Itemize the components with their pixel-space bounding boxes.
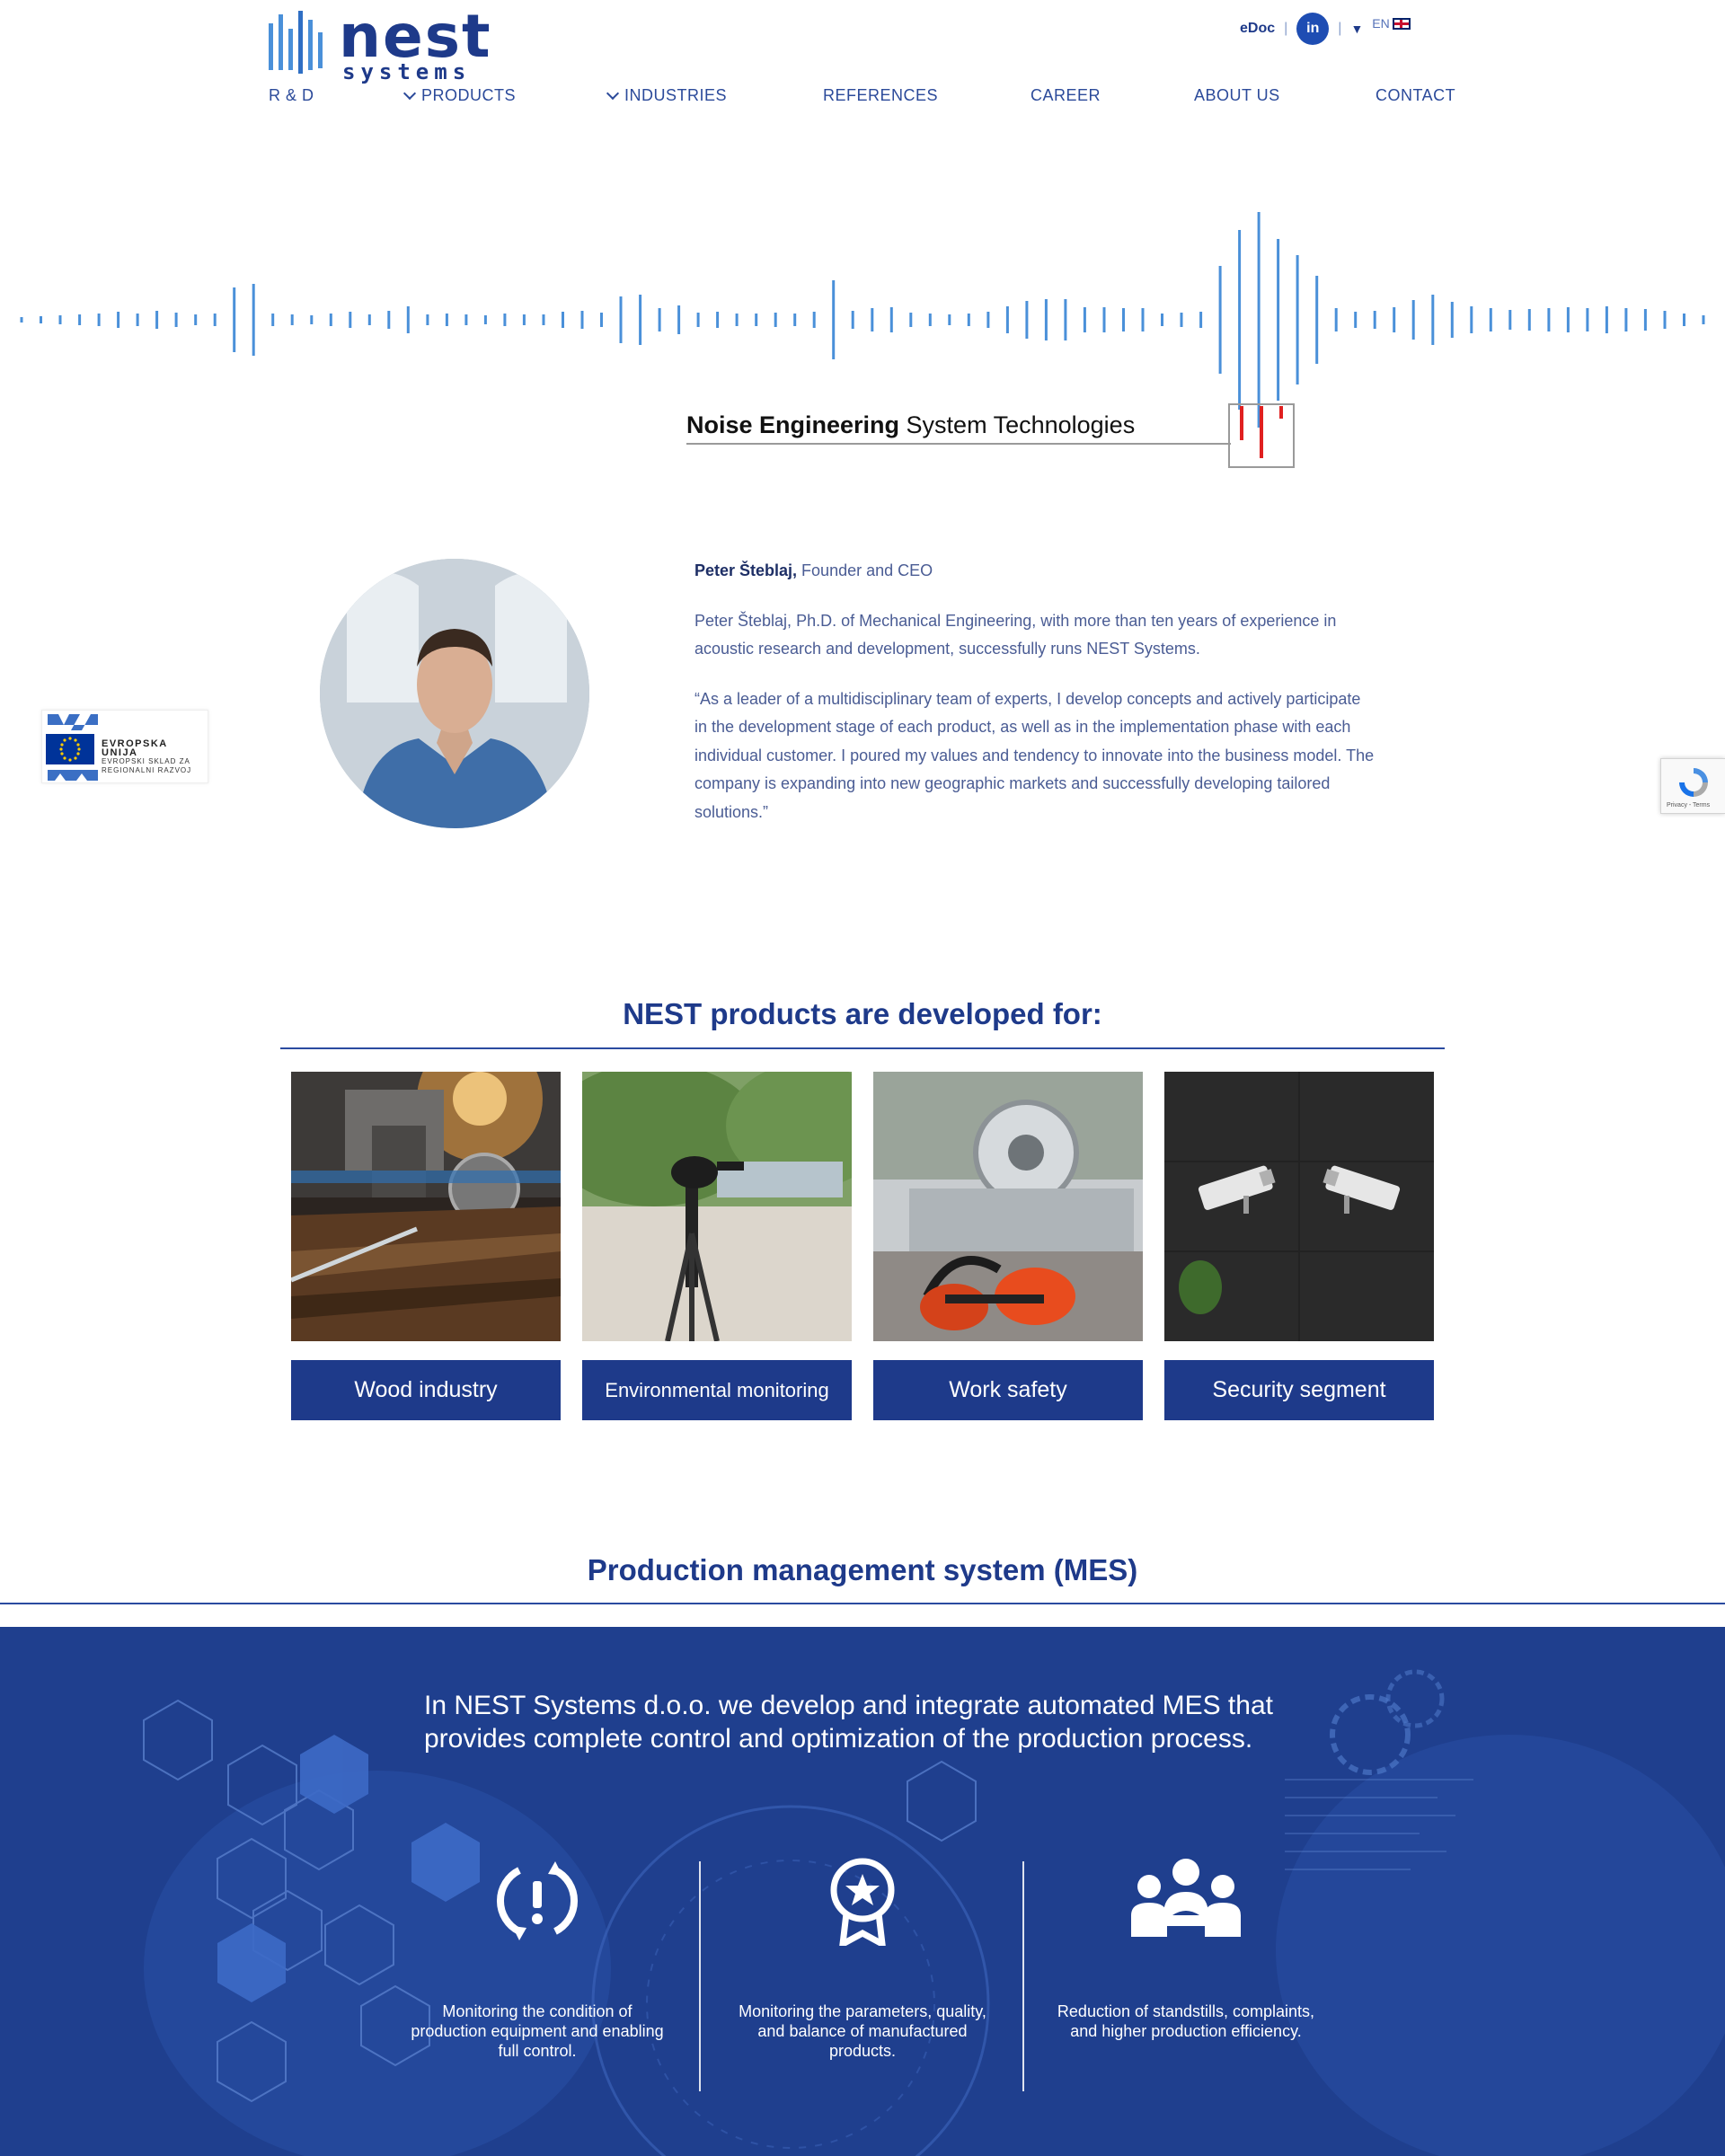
mes-intro-text: In NEST Systems d.o.o. we develop and in… xyxy=(424,1691,1273,1754)
founder-heading: Peter Šteblaj, Founder and CEO xyxy=(694,557,1377,586)
eu-badge-line2: EVROPSKI SKLAD ZA xyxy=(102,757,190,765)
environmental-monitoring-image xyxy=(582,1072,852,1341)
separator: | xyxy=(1284,21,1288,36)
nav-item-label: INDUSTRIES xyxy=(624,86,728,104)
nav-item-career[interactable]: CAREER xyxy=(1031,86,1101,105)
nav-item-rd[interactable]: R & D xyxy=(269,86,314,105)
founder-name: Peter Šteblaj, xyxy=(694,561,798,579)
main-nav: R & D PRODUCTS INDUSTRIES REFERENCES CAR… xyxy=(269,86,1464,110)
nav-item-label: R & D xyxy=(269,86,314,104)
logo-wordmark: nest xyxy=(339,2,492,71)
nav-item-products[interactable]: PRODUCTS xyxy=(402,86,517,105)
eu-badge-line1: EVROPSKA UNIJA xyxy=(102,738,168,758)
top-utility-bar: eDoc | in | ▼ EN xyxy=(1240,11,1411,47)
environmental-monitoring-button[interactable]: Environmental monitoring xyxy=(582,1360,852,1420)
hero-tagline: Noise Engineering System Technologies xyxy=(686,411,1135,439)
card-work-safety[interactable]: Work safety xyxy=(873,1072,1143,1420)
tagline-underline xyxy=(686,443,1231,445)
award-badge-icon xyxy=(830,1858,895,1946)
products-cards: Wood industry Environmental monitoring W… xyxy=(291,1072,1436,1422)
founder-portrait xyxy=(320,559,589,828)
recaptcha-badge[interactable]: Privacy - Terms xyxy=(1660,758,1725,814)
logo-subtitle: systems xyxy=(342,59,472,84)
tagline-rest: System Technologies xyxy=(899,411,1136,438)
nav-item-label: ABOUT US xyxy=(1194,86,1280,104)
nav-item-industries[interactable]: INDUSTRIES xyxy=(606,86,728,105)
eu-fund-badge[interactable]: EVROPSKA UNIJA EVROPSKI SKLAD ZA REGIONA… xyxy=(41,710,208,783)
products-title: NEST products are developed for: xyxy=(623,997,1102,1030)
mes-title: Production management system (MES) xyxy=(587,1553,1138,1586)
security-segment-button[interactable]: Security segment xyxy=(1164,1360,1434,1420)
wood-industry-image xyxy=(291,1072,561,1341)
card-environmental-monitoring[interactable]: Environmental monitoring xyxy=(582,1072,852,1420)
work-safety-button[interactable]: Work safety xyxy=(873,1360,1143,1420)
founder-text-block: Peter Šteblaj, Founder and CEO Peter Šte… xyxy=(694,557,1377,848)
portrait-image xyxy=(320,559,589,828)
founder-bio: Peter Šteblaj, Ph.D. of Mechanical Engin… xyxy=(694,611,1337,658)
edoc-link[interactable]: eDoc xyxy=(1240,21,1275,37)
card-wood-industry[interactable]: Wood industry xyxy=(291,1072,561,1420)
recaptcha-links: Privacy - Terms xyxy=(1667,802,1711,808)
feature-text: Monitoring the condition of production e… xyxy=(411,2002,664,2060)
nav-item-label: CONTACT xyxy=(1376,86,1456,104)
language-label: EN xyxy=(1372,16,1390,31)
nav-item-contact[interactable]: CONTACT xyxy=(1376,86,1455,105)
founder-role: Founder and CEO xyxy=(797,561,933,579)
alert-cycle-icon xyxy=(497,1861,578,1940)
language-selector[interactable]: EN xyxy=(1372,16,1411,31)
nav-item-label: PRODUCTS xyxy=(421,86,517,104)
nav-item-label: REFERENCES xyxy=(823,86,939,104)
feature-text: Reduction of standstills, complaints, an… xyxy=(1057,2002,1315,2040)
recaptcha-icon xyxy=(1679,768,1708,797)
nav-item-label: CAREER xyxy=(1031,86,1101,104)
eu-flag-icon xyxy=(46,714,98,781)
logo-bars-icon xyxy=(269,11,323,74)
linkedin-icon[interactable]: in xyxy=(1296,13,1330,45)
mes-title-rule xyxy=(0,1603,1725,1604)
feature-text: Monitoring the parameters, quality, and … xyxy=(739,2002,986,2060)
team-icon xyxy=(1131,1859,1241,1937)
work-safety-image xyxy=(873,1072,1143,1341)
chevron-down-icon xyxy=(402,86,417,100)
uk-flag-icon xyxy=(1392,17,1411,30)
founder-quote: “As a leader of a multidisciplinary team… xyxy=(694,689,1375,821)
feature-divider xyxy=(699,1861,701,2091)
brand-logo[interactable]: nest systems xyxy=(269,7,502,83)
card-security-segment[interactable]: Security segment xyxy=(1164,1072,1434,1420)
wood-industry-button[interactable]: Wood industry xyxy=(291,1360,561,1420)
feature-divider xyxy=(1022,1861,1024,2091)
eu-badge-text: EVROPSKA UNIJA EVROPSKI SKLAD ZA REGIONA… xyxy=(102,739,208,775)
separator: | xyxy=(1338,21,1342,36)
nav-item-about-us[interactable]: ABOUT US xyxy=(1194,86,1280,105)
language-caret-icon[interactable]: ▼ xyxy=(1350,22,1363,36)
security-segment-image xyxy=(1164,1072,1434,1341)
nav-item-references[interactable]: REFERENCES xyxy=(823,86,938,105)
tagline-bold: Noise Engineering xyxy=(686,411,900,438)
chevron-down-icon xyxy=(606,86,620,100)
products-title-rule xyxy=(280,1047,1445,1049)
eu-badge-line3: REGIONALNI RAZVOJ xyxy=(102,766,192,774)
